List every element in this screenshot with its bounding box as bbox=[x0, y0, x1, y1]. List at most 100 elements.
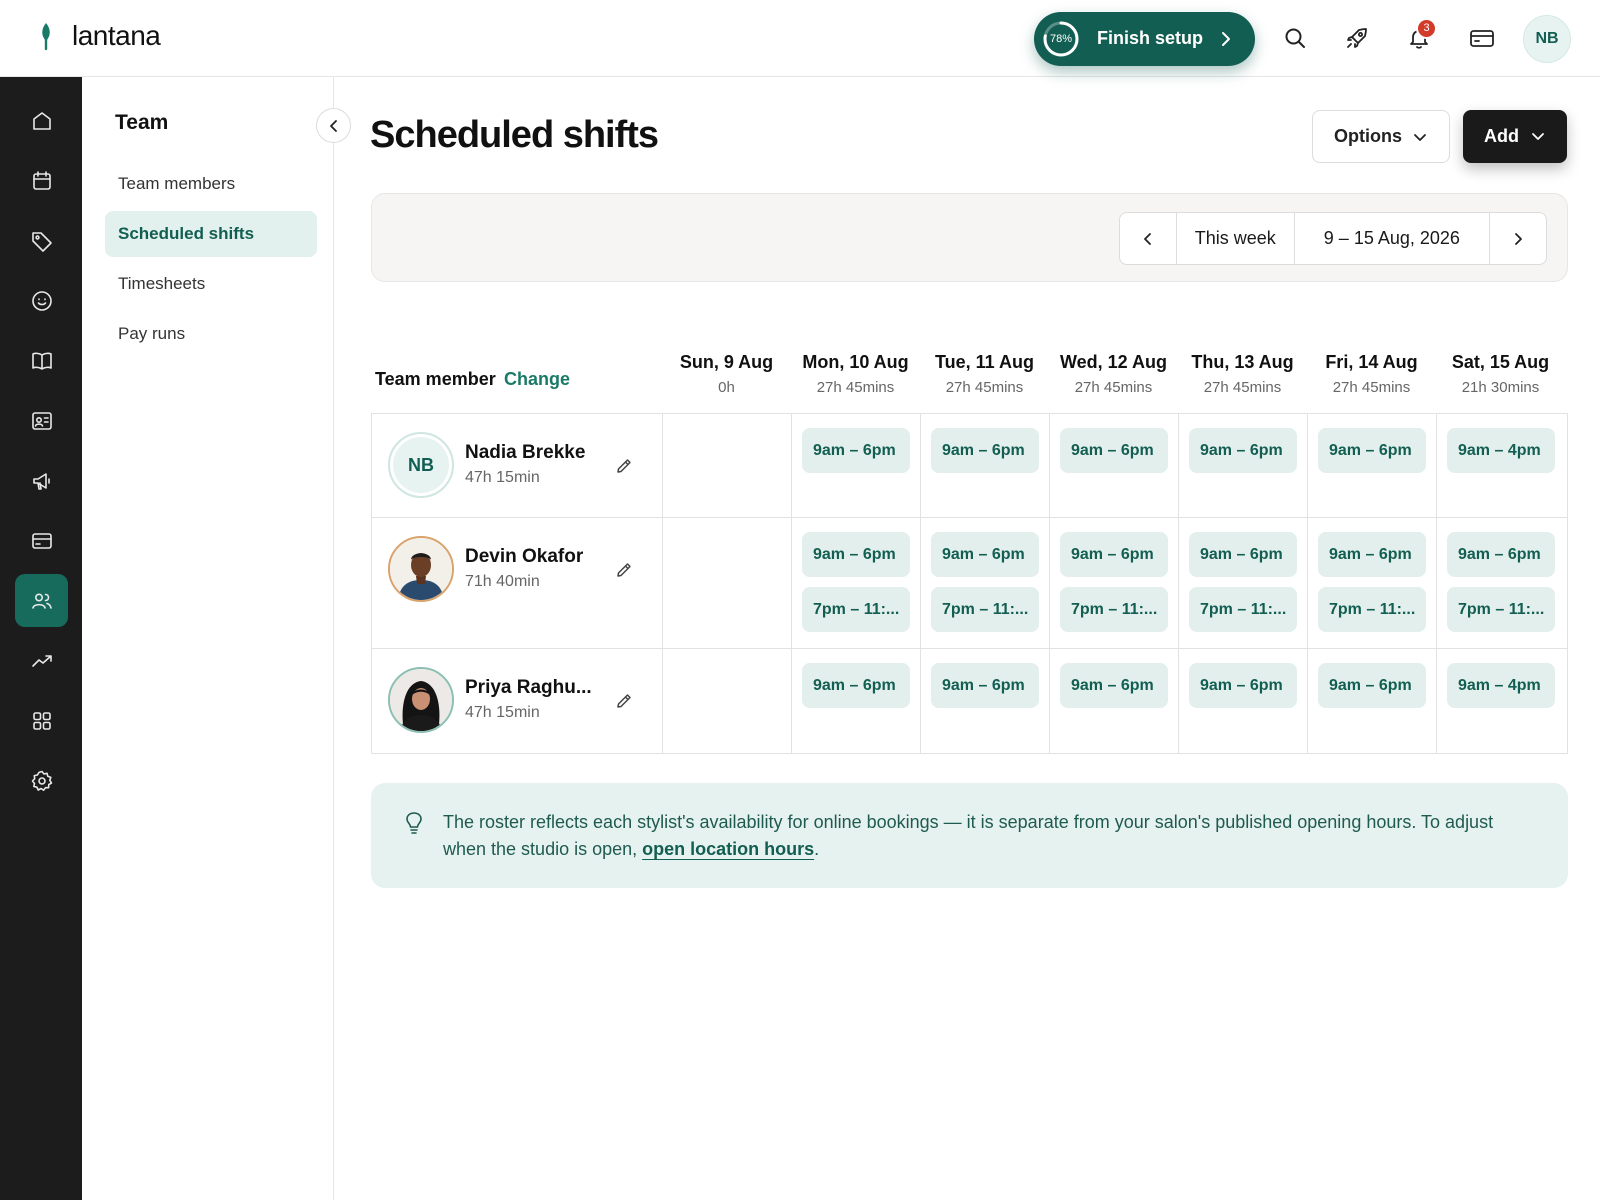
chevron-right-icon bbox=[1222, 32, 1230, 46]
subnav-item-scheduled-shifts[interactable]: Scheduled shifts bbox=[105, 211, 317, 257]
day-cell: 9am – 6pm 7pm – 11:... bbox=[1308, 518, 1437, 648]
day-name: Sun, 9 Aug bbox=[679, 352, 774, 372]
member-avatar-photo[interactable] bbox=[388, 667, 454, 733]
day-cell-empty[interactable] bbox=[663, 649, 792, 753]
day-cell-empty[interactable] bbox=[663, 414, 792, 517]
change-sort-link[interactable]: Change bbox=[504, 369, 570, 390]
this-week-button[interactable]: This week bbox=[1175, 213, 1295, 264]
shift-block[interactable]: 9am – 6pm bbox=[1189, 663, 1297, 708]
trend-icon[interactable] bbox=[15, 634, 68, 687]
day-cell: 9am – 6pm bbox=[921, 414, 1050, 517]
day-cell: 9am – 6pm 7pm – 11:... bbox=[1437, 518, 1566, 648]
shift-block[interactable]: 9am – 4pm bbox=[1447, 663, 1555, 708]
shift-block[interactable]: 7pm – 11:... bbox=[1318, 587, 1426, 632]
schedule-grid: NB Nadia Brekke 47h 15min 9am – 6pm 9am … bbox=[371, 413, 1568, 754]
week-navigator: This week 9 – 15 Aug, 2026 bbox=[1119, 212, 1547, 265]
rocket-icon[interactable] bbox=[1339, 20, 1375, 56]
member-name[interactable]: Devin Okafor bbox=[465, 546, 583, 568]
grid-icon[interactable] bbox=[15, 694, 68, 747]
lightbulb-icon bbox=[406, 812, 422, 834]
shift-block[interactable]: 9am – 6pm bbox=[1447, 532, 1555, 577]
member-avatar[interactable]: NB bbox=[388, 432, 454, 498]
day-cell: 9am – 6pm bbox=[921, 649, 1050, 753]
shift-block[interactable]: 9am – 6pm bbox=[1060, 532, 1168, 577]
day-cell-empty[interactable] bbox=[663, 518, 792, 648]
contact-card-icon[interactable] bbox=[15, 394, 68, 447]
card-icon[interactable] bbox=[1464, 20, 1500, 56]
day-cell: 9am – 6pm bbox=[1308, 414, 1437, 517]
shift-block[interactable]: 9am – 6pm bbox=[1318, 663, 1426, 708]
chevron-down-icon bbox=[1414, 134, 1426, 141]
shift-block[interactable]: 7pm – 11:... bbox=[931, 587, 1039, 632]
day-total-hours: 27h 45mins bbox=[1332, 379, 1411, 396]
shift-block[interactable]: 9am – 6pm bbox=[1060, 663, 1168, 708]
bell-icon[interactable]: 3 bbox=[1401, 18, 1437, 56]
shift-block[interactable]: 7pm – 11:... bbox=[1060, 587, 1168, 632]
team-member-row: Priya Raghu... 47h 15min 9am – 6pm 9am –… bbox=[372, 649, 1567, 753]
home-icon[interactable] bbox=[15, 94, 68, 147]
day-total-hours: 27h 45mins bbox=[1203, 379, 1282, 396]
day-cell: 9am – 4pm bbox=[1437, 414, 1566, 517]
member-avatar-photo[interactable] bbox=[388, 536, 454, 602]
chevron-left-icon bbox=[329, 119, 337, 132]
shift-block[interactable]: 9am – 6pm bbox=[1060, 428, 1168, 473]
edit-pencil-icon[interactable] bbox=[612, 558, 636, 582]
subnav-item-timesheets[interactable]: Timesheets bbox=[105, 261, 317, 307]
member-name[interactable]: Priya Raghu... bbox=[465, 677, 592, 699]
collapse-sidebar-button[interactable] bbox=[316, 108, 351, 143]
shift-block[interactable]: 7pm – 11:... bbox=[1189, 587, 1297, 632]
card-icon[interactable] bbox=[15, 514, 68, 567]
search-icon[interactable] bbox=[1277, 20, 1313, 56]
smile-icon[interactable] bbox=[15, 274, 68, 327]
day-cell: 9am – 6pm bbox=[1179, 649, 1308, 753]
day-name: Thu, 13 Aug bbox=[1191, 352, 1294, 372]
day-name: Mon, 10 Aug bbox=[802, 352, 909, 372]
add-button[interactable]: Add bbox=[1463, 110, 1567, 163]
shift-block[interactable]: 9am – 4pm bbox=[1447, 428, 1555, 473]
subnav-item-team-members[interactable]: Team members bbox=[105, 161, 317, 207]
shift-block[interactable]: 7pm – 11:... bbox=[1447, 587, 1555, 632]
day-header: Thu, 13 Aug 27h 45mins bbox=[1178, 305, 1307, 413]
shift-block[interactable]: 9am – 6pm bbox=[802, 428, 910, 473]
app-name: lantana bbox=[72, 20, 161, 51]
open-location-hours-link[interactable]: open location hours bbox=[642, 839, 814, 859]
shift-block[interactable]: 7pm – 11:... bbox=[802, 587, 910, 632]
shift-block[interactable]: 9am – 6pm bbox=[931, 663, 1039, 708]
tag-icon[interactable] bbox=[15, 214, 68, 267]
book-icon[interactable] bbox=[15, 334, 68, 387]
member-hours: 71h 40min bbox=[465, 573, 540, 590]
shift-block[interactable]: 9am – 6pm bbox=[1318, 532, 1426, 577]
subnav-item-pay-runs[interactable]: Pay runs bbox=[105, 311, 317, 357]
edit-pencil-icon[interactable] bbox=[612, 689, 636, 713]
main-nav-rail bbox=[0, 77, 82, 1200]
day-name: Wed, 12 Aug bbox=[1059, 352, 1167, 372]
leaf-logo-icon bbox=[42, 23, 50, 51]
shift-block[interactable]: 9am – 6pm bbox=[802, 663, 910, 708]
team-icon[interactable] bbox=[15, 574, 68, 627]
notification-count-badge: 3 bbox=[1416, 18, 1437, 39]
logo[interactable]: lantana bbox=[36, 20, 161, 52]
shift-block[interactable]: 9am – 6pm bbox=[1318, 428, 1426, 473]
calendar-icon[interactable] bbox=[15, 154, 68, 207]
shift-block[interactable]: 9am – 6pm bbox=[802, 532, 910, 577]
megaphone-icon[interactable] bbox=[15, 454, 68, 507]
shift-block[interactable]: 9am – 6pm bbox=[1189, 428, 1297, 473]
date-range-picker[interactable]: 9 – 15 Aug, 2026 bbox=[1295, 213, 1491, 264]
day-total-hours: 27h 45mins bbox=[1074, 379, 1153, 396]
info-message: The roster reflects each stylist's avail… bbox=[443, 812, 1494, 859]
day-cell: 9am – 6pm bbox=[1050, 649, 1179, 753]
user-avatar[interactable]: NB bbox=[1523, 15, 1571, 63]
member-name[interactable]: Nadia Brekke bbox=[465, 442, 585, 464]
top-bar: lantana 78% Finish setup 3 NB bbox=[0, 0, 1600, 77]
info-suffix: . bbox=[814, 839, 820, 859]
previous-week-button[interactable] bbox=[1120, 213, 1176, 264]
finish-setup-button[interactable]: 78% Finish setup bbox=[1034, 12, 1255, 66]
options-button[interactable]: Options bbox=[1312, 110, 1450, 163]
gear-icon[interactable] bbox=[15, 754, 68, 807]
next-week-button[interactable] bbox=[1490, 213, 1546, 264]
edit-pencil-icon[interactable] bbox=[612, 454, 636, 478]
shift-block[interactable]: 9am – 6pm bbox=[1189, 532, 1297, 577]
shift-block[interactable]: 9am – 6pm bbox=[931, 532, 1039, 577]
setup-progress-ring: 78% bbox=[1042, 20, 1080, 58]
shift-block[interactable]: 9am – 6pm bbox=[931, 428, 1039, 473]
